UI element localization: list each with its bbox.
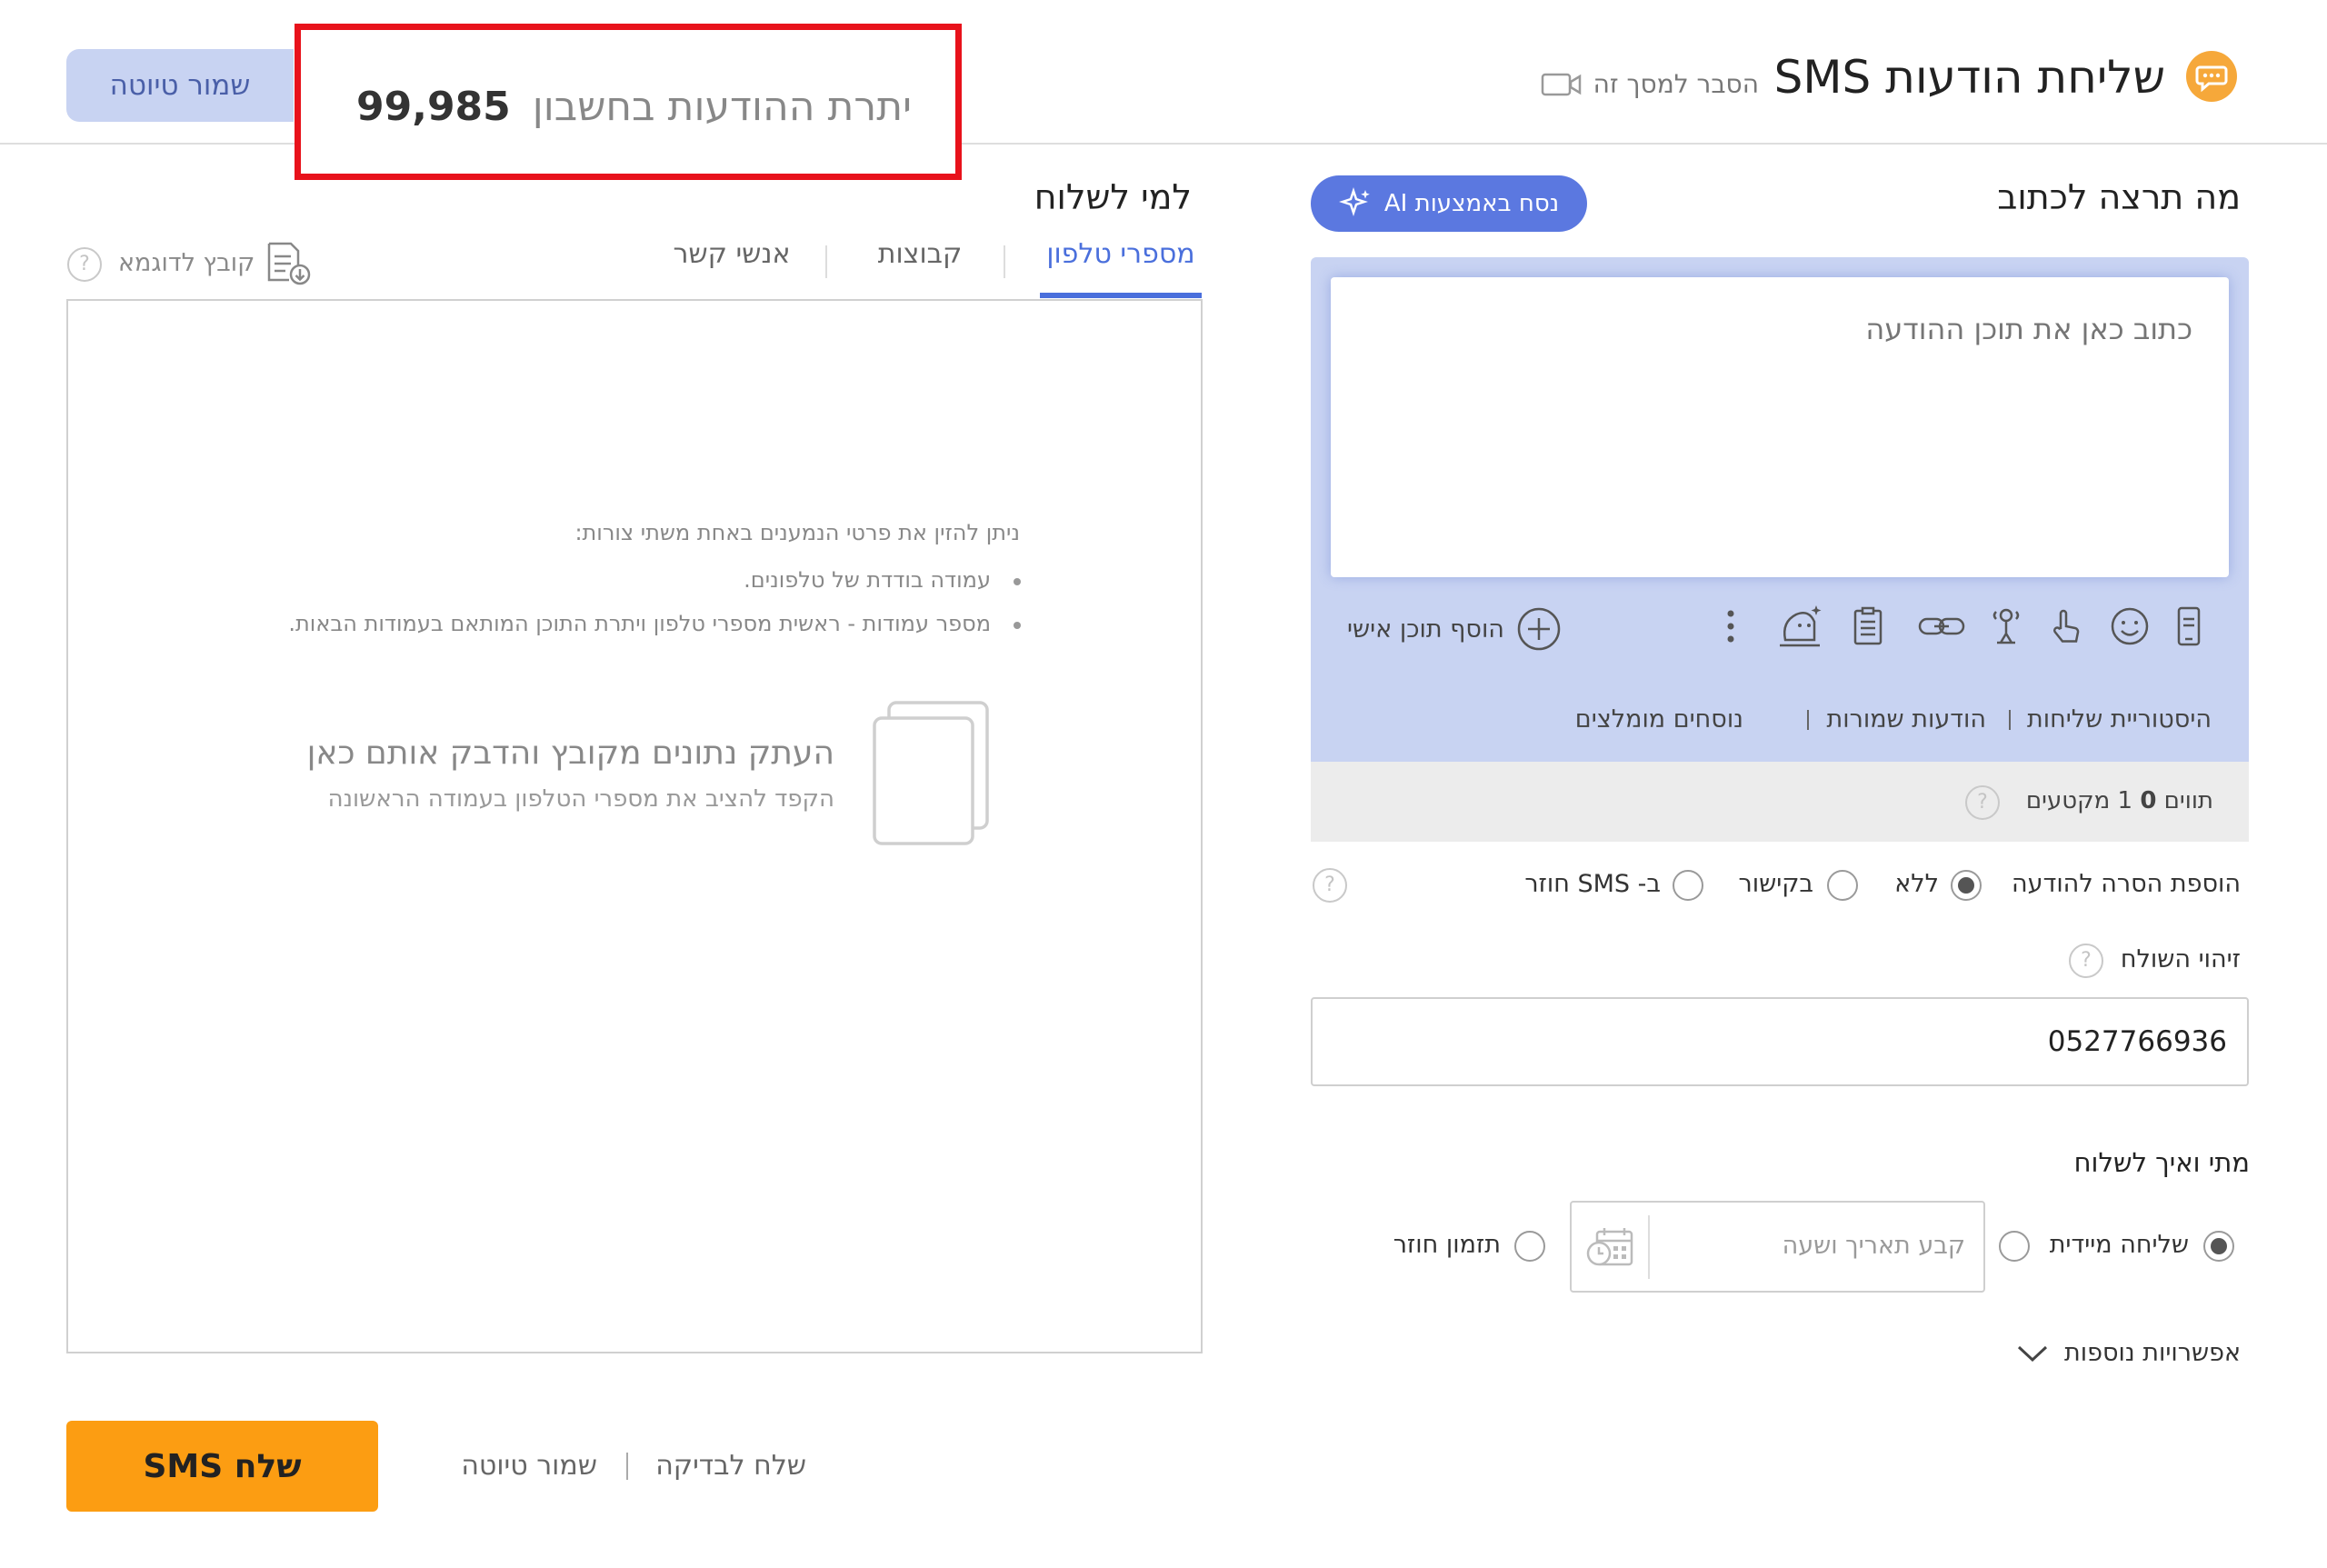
balance-value: 99,985 bbox=[356, 84, 511, 130]
explain-screen-link[interactable]: הסבר למסך זה bbox=[1541, 69, 1759, 99]
tab-phone-label: מספרי טלפון bbox=[1046, 238, 1195, 270]
ai-assistant-icon[interactable] bbox=[1773, 600, 1827, 651]
removal-none-label: ללא bbox=[1894, 870, 1939, 898]
balance-label: יתרת ההודעות בחשבון bbox=[532, 84, 913, 130]
add-personal-label: הוסף תוכן אישי bbox=[1347, 614, 1504, 644]
instruction-bullet-text: עמודה בודדת של טלפונים. bbox=[744, 567, 991, 593]
send-sms-label: שלח SMS bbox=[143, 1447, 302, 1485]
plus-circle-icon bbox=[1515, 605, 1563, 653]
tab-divider bbox=[825, 245, 827, 278]
form-icon[interactable] bbox=[1846, 604, 1890, 648]
link-divider bbox=[1807, 710, 1809, 730]
history-link[interactable]: היסטוריית שליחות bbox=[2027, 705, 2212, 734]
recurring-radio[interactable] bbox=[1514, 1231, 1545, 1262]
sample-file-label: קובץ לדוגמא bbox=[118, 248, 255, 277]
video-icon bbox=[1541, 71, 1583, 98]
tab-contacts[interactable]: אנשי קשר bbox=[654, 238, 809, 298]
calendar-clock-icon[interactable] bbox=[1584, 1224, 1637, 1270]
tab-groups[interactable]: קבוצות bbox=[847, 238, 993, 298]
save-draft-top-button[interactable]: שמור טיוטה bbox=[66, 49, 294, 122]
removal-radio-link[interactable] bbox=[1827, 870, 1858, 901]
sender-label: זיהוי השולח bbox=[2120, 945, 2241, 974]
chevron-down-icon bbox=[2015, 1342, 2050, 1365]
ai-compose-button[interactable]: נסח באמצעות AI bbox=[1311, 175, 1587, 232]
emoji-icon[interactable] bbox=[2108, 604, 2152, 648]
more-options-label: אפשרויות נוספות bbox=[2063, 1339, 2241, 1367]
paste-title: העתק נתונים מקובץ והדבק אותם כאן bbox=[306, 734, 834, 772]
recipients-paste-area[interactable] bbox=[66, 299, 1203, 1353]
page-title: שליחת הודעות SMS bbox=[1773, 51, 2165, 104]
instruction-bullet bbox=[1014, 622, 1021, 629]
chars-prefix: תווים bbox=[2163, 787, 2213, 814]
sender-help-icon[interactable]: ? bbox=[2069, 944, 2103, 978]
instruction-bullet bbox=[1014, 578, 1021, 585]
more-options-icon[interactable] bbox=[1720, 604, 1742, 648]
tab-phone-numbers[interactable]: מספרי טלפון bbox=[1040, 238, 1202, 298]
explain-link-label: הסבר למסך זה bbox=[1593, 69, 1759, 99]
recipients-heading: למי לשלוח bbox=[1034, 177, 1192, 217]
removal-link-label: בקישור bbox=[1738, 870, 1813, 898]
link-divider bbox=[2009, 710, 2011, 730]
paste-subtitle: הקפד להציב את מספרי הטלפון בעמודה הראשונ… bbox=[327, 785, 834, 813]
sample-file-link[interactable]: קובץ לדוגמא bbox=[118, 240, 313, 285]
recipients-instructions: ניתן להזין את פרטי הנמענים באחת משתי צור… bbox=[574, 520, 1020, 545]
sms-template-icon[interactable] bbox=[2167, 604, 2211, 648]
save-draft-bottom-link[interactable]: שמור טיוטה bbox=[461, 1450, 597, 1482]
file-download-icon bbox=[264, 240, 313, 285]
schedule-radio[interactable] bbox=[1999, 1231, 2030, 1262]
removal-radio-sms[interactable] bbox=[1673, 870, 1703, 901]
save-draft-top-label: שמור טיוטה bbox=[109, 69, 251, 102]
segments-label: מקטעים bbox=[2025, 787, 2111, 814]
sender-id-input[interactable] bbox=[1311, 997, 2249, 1086]
chars-count: 0 bbox=[2140, 787, 2157, 814]
segments-count: 1 bbox=[2117, 787, 2133, 814]
more-options-toggle[interactable]: אפשרויות נוספות bbox=[2015, 1339, 2241, 1367]
removal-help-icon[interactable]: ? bbox=[1313, 868, 1347, 903]
link-icon[interactable] bbox=[1916, 604, 1965, 648]
immediate-radio[interactable] bbox=[2203, 1231, 2234, 1262]
footer-divider bbox=[626, 1453, 628, 1480]
schedule-placeholder: קבע תאריך ושעה bbox=[1782, 1232, 1965, 1260]
immediate-label: שליחה מיידית bbox=[2049, 1231, 2189, 1259]
saved-messages-link[interactable]: הודעות שמורות bbox=[1827, 705, 1987, 734]
click-tracking-icon[interactable] bbox=[2044, 604, 2088, 648]
field-divider bbox=[1648, 1215, 1650, 1279]
add-personal-content-button[interactable]: הוסף תוכן אישי bbox=[1347, 605, 1563, 653]
send-test-link[interactable]: שלח לבדיקה bbox=[655, 1450, 806, 1482]
ai-button-label: נסח באמצעות AI bbox=[1383, 190, 1560, 217]
tab-divider bbox=[1004, 245, 1005, 278]
copy-documents-icon bbox=[871, 700, 991, 845]
removal-radio-none[interactable] bbox=[1951, 870, 1982, 901]
landing-page-icon[interactable] bbox=[1984, 604, 2028, 648]
sample-file-help-icon[interactable]: ? bbox=[67, 247, 102, 282]
removal-label: הוספת הסרה להודעה bbox=[2012, 870, 2241, 898]
send-sms-button[interactable]: שלח SMS bbox=[66, 1421, 378, 1512]
compose-heading: מה תרצה לכתוב bbox=[1997, 177, 2241, 217]
header-sms-icon bbox=[2186, 51, 2237, 102]
balance-info: 99,985 יתרת ההודעות בחשבון bbox=[356, 84, 912, 130]
removal-sms-label: ב- SMS חוזר bbox=[1524, 870, 1661, 898]
schedule-datetime-field[interactable]: קבע תאריך ושעה bbox=[1570, 1201, 1985, 1293]
message-textarea[interactable] bbox=[1331, 277, 2229, 577]
char-counter: תווים 0 1 מקטעים bbox=[2026, 787, 2213, 814]
recurring-label: תזמון חוזר bbox=[1393, 1231, 1501, 1259]
when-heading: מתי ואיך לשלוח bbox=[2073, 1147, 2250, 1178]
instruction-bullet-text: מספר עמודות - ראשית מספרי טלפון ויתרת הת… bbox=[288, 611, 991, 636]
recommended-templates-link[interactable]: נוסחים מומלצים bbox=[1575, 705, 1743, 734]
counter-help-icon[interactable]: ? bbox=[1965, 785, 2000, 820]
tab-contacts-label: אנשי קשר bbox=[673, 238, 791, 270]
tab-groups-label: קבוצות bbox=[877, 238, 963, 270]
sparkle-icon bbox=[1338, 187, 1372, 220]
